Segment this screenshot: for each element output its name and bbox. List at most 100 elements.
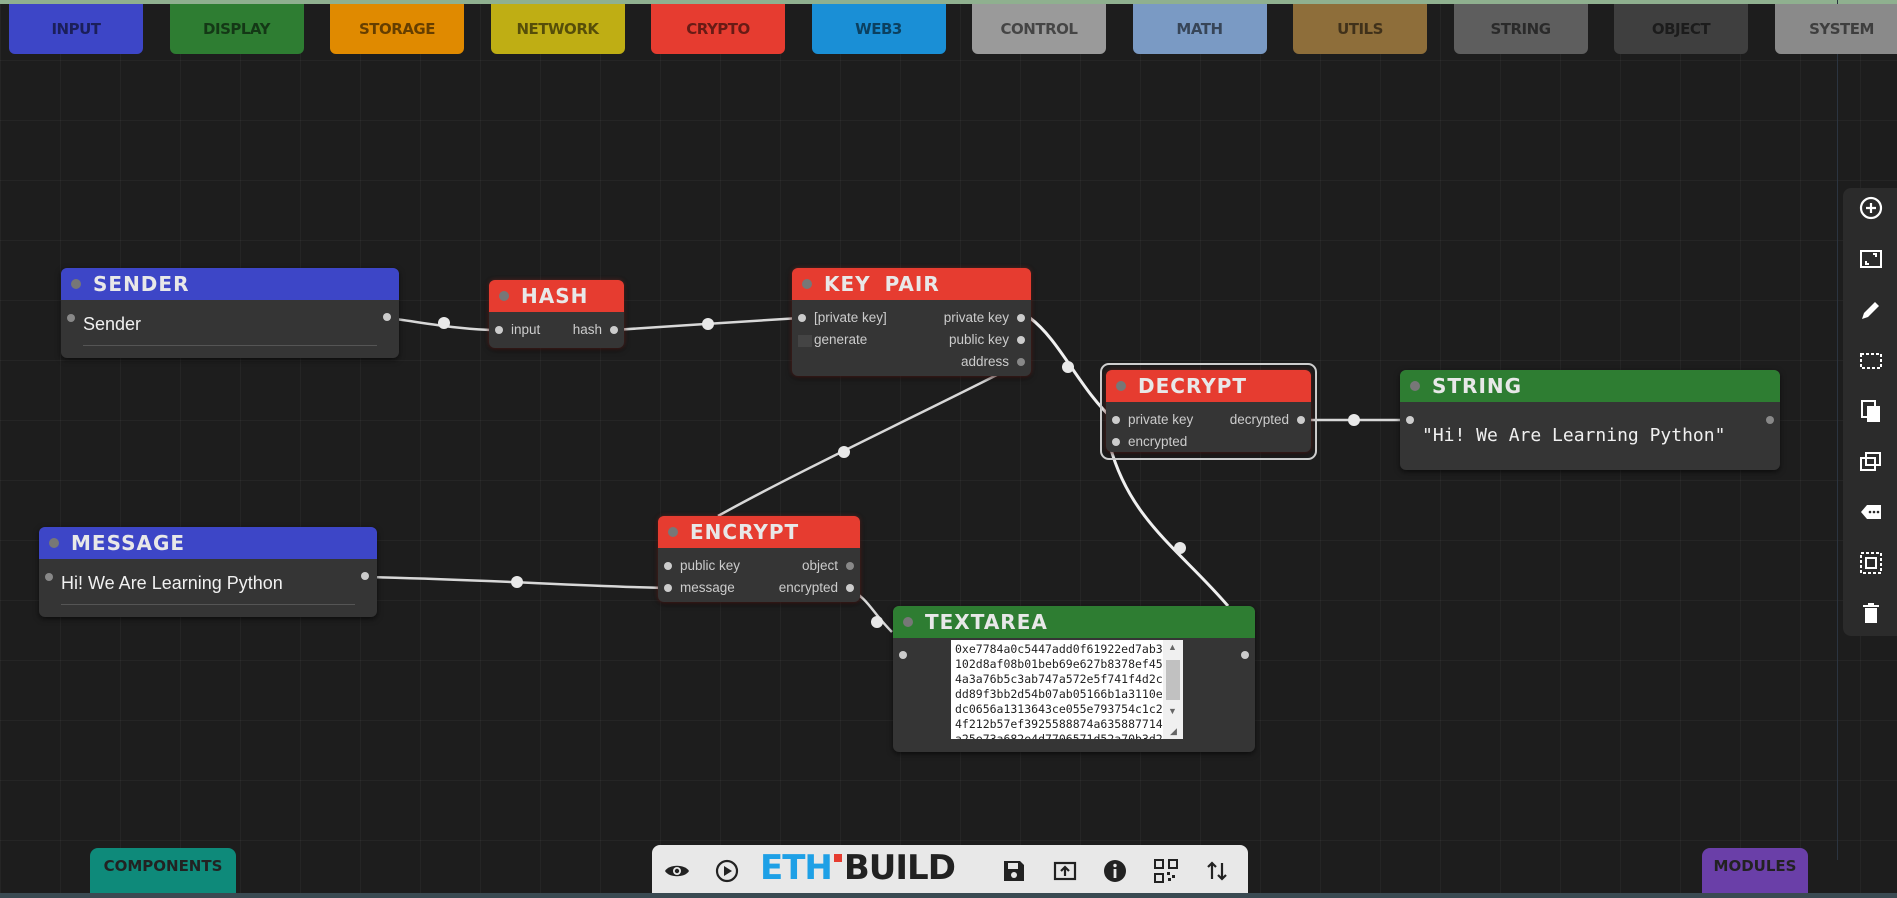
string-node-title: STRING	[1432, 374, 1523, 398]
play-icon[interactable]	[713, 857, 741, 885]
wire-midpoint[interactable]	[838, 446, 850, 458]
sender-node[interactable]: SENDER Sender	[61, 268, 399, 358]
encrypt-public-key-label: public key	[680, 558, 741, 573]
add-icon[interactable]	[1858, 195, 1884, 221]
encrypt-public-key-input-slot[interactable]	[664, 562, 672, 570]
keypair-private-key-output-slot[interactable]	[1017, 314, 1025, 322]
textarea-scrollbar[interactable]: ▲ ▼ ◢	[1163, 640, 1183, 739]
select-area-icon[interactable]	[1858, 348, 1884, 374]
string-output-slot[interactable]	[1766, 416, 1774, 424]
encrypt-message-input-slot[interactable]	[664, 584, 672, 592]
keypair-address-output-label: address	[960, 354, 1009, 369]
hash-node-title: HASH	[521, 284, 589, 308]
export-icon[interactable]	[1051, 857, 1079, 885]
keypair-generate-button[interactable]	[798, 335, 812, 347]
keypair-node[interactable]: KEY PAIR [private key] generate private …	[792, 268, 1031, 376]
collapse-dot[interactable]	[49, 538, 59, 548]
scrollbar-thumb[interactable]	[1166, 660, 1180, 700]
qr-code-icon[interactable]	[1152, 857, 1180, 885]
copy-icon[interactable]	[1858, 398, 1884, 424]
decrypt-decrypted-label: decrypted	[1229, 412, 1289, 427]
message-node-header[interactable]: MESSAGE	[39, 527, 377, 559]
collapse-dot[interactable]	[71, 279, 81, 289]
textarea-line: 4f212b57ef3925588874a635887714ac0	[955, 717, 1163, 731]
save-icon[interactable]	[1000, 857, 1028, 885]
modules-button[interactable]: MODULES	[1702, 848, 1808, 898]
keypair-private-key-output-label: private key	[943, 310, 1009, 325]
edit-icon[interactable]	[1858, 297, 1884, 323]
duplicate-icon[interactable]	[1858, 449, 1884, 475]
fit-screen-icon[interactable]	[1858, 246, 1884, 272]
wire-midpoint[interactable]	[702, 318, 714, 330]
hash-node-header[interactable]: HASH	[489, 280, 624, 312]
decrypt-encrypted-input-slot[interactable]	[1112, 438, 1120, 446]
encrypt-node[interactable]: ENCRYPT public key message object encryp…	[658, 516, 860, 602]
collapse-dot[interactable]	[1116, 381, 1126, 391]
collapse-dot[interactable]	[1410, 381, 1420, 391]
wire-midpoint[interactable]	[438, 317, 450, 329]
message-input-slot[interactable]	[45, 573, 53, 581]
resize-grip-icon[interactable]: ◢	[1170, 726, 1177, 737]
components-button[interactable]: COMPONENTS	[90, 848, 236, 898]
encrypt-encrypted-output-slot[interactable]	[846, 584, 854, 592]
eye-icon[interactable]	[663, 857, 691, 885]
keypair-public-key-output-label: public key	[948, 332, 1009, 347]
keypair-private-key-input-slot[interactable]	[798, 314, 806, 322]
keypair-address-output-slot[interactable]	[1017, 358, 1025, 366]
wire-midpoint[interactable]	[1348, 414, 1360, 426]
keypair-generate-label: generate	[814, 332, 868, 347]
wire-midpoint[interactable]	[1062, 361, 1074, 373]
wire-midpoint[interactable]	[871, 616, 883, 628]
logo-build: BUILD	[843, 848, 956, 888]
collapse-dot[interactable]	[802, 279, 812, 289]
keypair-node-title: KEY PAIR	[824, 272, 940, 296]
sender-value[interactable]: Sender	[83, 314, 141, 335]
scroll-down-arrow-icon[interactable]: ▼	[1168, 706, 1177, 716]
textarea-node[interactable]: TEXTAREA 0xe7784a0c5447add0f61922ed7ab30…	[893, 606, 1255, 752]
textarea-output-slot[interactable]	[1241, 651, 1249, 659]
wire-midpoint[interactable]	[511, 576, 523, 588]
decrypt-encrypted-label: encrypted	[1128, 434, 1188, 449]
textarea-field[interactable]: 0xe7784a0c5447add0f61922ed7ab3090 102d8af…	[951, 640, 1163, 739]
hash-output-label: hash	[572, 322, 602, 337]
hash-input-label: input	[511, 322, 541, 337]
decrypt-node-header[interactable]: DECRYPT	[1106, 370, 1311, 402]
keypair-node-header[interactable]: KEY PAIR	[792, 268, 1031, 300]
wire-midpoint[interactable]	[1174, 542, 1186, 554]
info-icon[interactable]	[1101, 857, 1129, 885]
hash-input-slot[interactable]	[495, 326, 503, 334]
string-value: "Hi! We Are Learning Python"	[1422, 425, 1726, 446]
textarea-line: dd89f3bb2d54b07ab05166b1a3110e603	[955, 687, 1163, 701]
bottom-accent-line	[0, 893, 1897, 898]
hash-output-slot[interactable]	[610, 326, 618, 334]
collapse-dot[interactable]	[903, 617, 913, 627]
message-node[interactable]: MESSAGE Hi! We Are Learning Python	[39, 527, 377, 617]
textarea-node-header[interactable]: TEXTAREA	[893, 606, 1255, 638]
string-node[interactable]: STRING "Hi! We Are Learning Python"	[1400, 370, 1780, 470]
sender-input-slot[interactable]	[67, 314, 75, 322]
decrypt-decrypted-output-slot[interactable]	[1297, 416, 1305, 424]
message-output-slot[interactable]	[361, 572, 369, 580]
scroll-up-arrow-icon[interactable]: ▲	[1168, 642, 1177, 652]
decrypt-node[interactable]: DECRYPT private key encrypted decrypted	[1106, 370, 1311, 452]
keypair-public-key-output-slot[interactable]	[1017, 336, 1025, 344]
message-value[interactable]: Hi! We Are Learning Python	[61, 573, 283, 594]
wire-textarea-decrypt	[1108, 445, 1230, 607]
group-icon[interactable]	[1858, 550, 1884, 576]
decrypt-private-key-input-slot[interactable]	[1112, 416, 1120, 424]
collapse-dot[interactable]	[499, 291, 509, 301]
string-input-slot[interactable]	[1406, 416, 1414, 424]
textarea-input-slot[interactable]	[899, 651, 907, 659]
trash-icon[interactable]	[1858, 600, 1884, 626]
sort-icon[interactable]	[1203, 857, 1231, 885]
hash-node[interactable]: HASH input hash	[489, 280, 624, 348]
encrypt-node-header[interactable]: ENCRYPT	[658, 516, 860, 548]
encrypt-object-output-slot[interactable]	[846, 562, 854, 570]
sender-node-header[interactable]: SENDER	[61, 268, 399, 300]
keypair-private-key-input-label: [private key]	[814, 310, 887, 325]
sender-output-slot[interactable]	[383, 313, 391, 321]
textarea-line: dc0656a1313643ce055e793754c1c2afa	[955, 702, 1163, 716]
comment-icon[interactable]	[1858, 499, 1884, 525]
collapse-dot[interactable]	[668, 527, 678, 537]
string-node-header[interactable]: STRING	[1400, 370, 1780, 402]
